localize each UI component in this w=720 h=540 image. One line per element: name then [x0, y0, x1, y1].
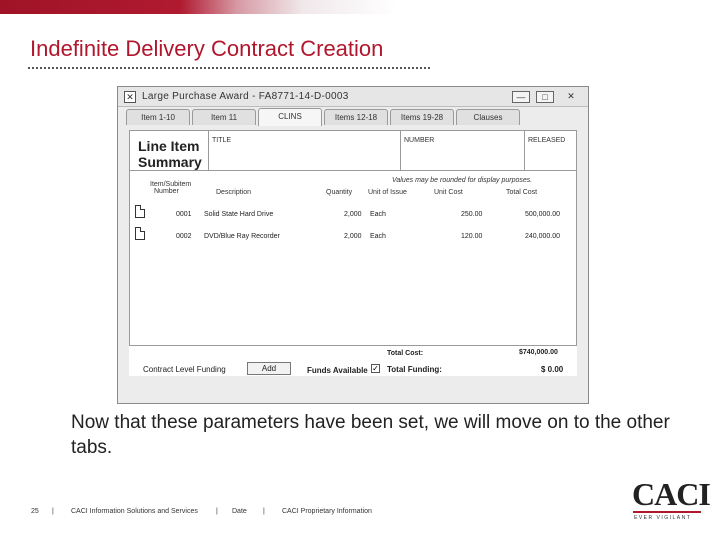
close-icon[interactable]: ✕	[562, 91, 580, 103]
row-description: Solid State Hard Drive	[204, 211, 274, 218]
col-header-unit-cost: Unit Cost	[434, 189, 463, 196]
logo-wordmark: CACI	[632, 476, 711, 512]
footer-separator: |	[216, 508, 218, 515]
summary-title: Line Item Summary	[138, 138, 218, 170]
slide-caption: Now that these parameters have been set,…	[71, 412, 670, 458]
page-number: 25	[31, 508, 39, 515]
add-button[interactable]: Add	[247, 362, 291, 375]
header-number-label: NUMBER	[404, 137, 435, 144]
maximize-icon[interactable]: □	[536, 91, 554, 103]
tab-clins[interactable]: CLINS	[258, 108, 322, 126]
row-unit: Each	[370, 211, 386, 218]
row-unit: Each	[370, 233, 386, 240]
col-header-unit: Unit of Issue	[368, 189, 407, 196]
header-released-label: RELEASED	[528, 137, 566, 144]
document-icon[interactable]	[135, 205, 145, 218]
document-icon[interactable]	[135, 227, 145, 240]
page-title: Indefinite Delivery Contract Creation	[30, 36, 384, 61]
row-total-cost: 500,000.00	[525, 211, 561, 218]
tab-item-11[interactable]: Item 11	[192, 109, 256, 125]
footer-separator: |	[52, 508, 54, 515]
footer-separator: |	[263, 508, 265, 515]
col-header-item-line1: Item/Subitem	[150, 181, 192, 188]
row-number: 0002	[176, 233, 192, 240]
logo-tagline: EVER VIGILANT	[634, 515, 692, 521]
title-underline	[28, 67, 430, 69]
slide-header-bar	[0, 0, 720, 14]
tab-items-12-18[interactable]: Items 12-18	[324, 109, 388, 125]
purchase-award-window: ✕ Large Purchase Award - FA8771-14-D-000…	[117, 86, 589, 404]
summary-header: Line Item Summary TITLE NUMBER RELEASED	[130, 131, 576, 171]
row-number: 0001	[176, 211, 192, 218]
tab-items-19-28[interactable]: Items 19-28	[390, 109, 454, 125]
col-header-quantity: Quantity	[326, 189, 353, 196]
row-unit-cost: 250.00	[461, 211, 483, 218]
contract-level-funding-label: Contract Level Funding	[143, 365, 226, 374]
funding-area: Total Cost: $740,000.00 Contract Level F…	[129, 345, 577, 376]
logo-rule	[633, 511, 701, 513]
row-quantity: 2,000	[344, 211, 362, 218]
footer-proprietary: CACI Proprietary Information	[282, 508, 372, 515]
divider	[400, 131, 401, 171]
col-header-item-line2: Number	[154, 188, 179, 195]
divider	[208, 131, 209, 171]
col-header-description: Description	[216, 189, 252, 196]
total-funding-value: $ 0.00	[541, 365, 564, 374]
minimize-icon[interactable]: —	[512, 91, 530, 103]
row-description: DVD/Blue Ray Recorder	[204, 233, 280, 240]
footer-company: CACI Information Solutions and Services	[71, 508, 198, 515]
row-total-cost: 240,000.00	[525, 233, 561, 240]
window-titlebar[interactable]: ✕ Large Purchase Award - FA8771-14-D-000…	[118, 87, 588, 107]
row-quantity: 2,000	[344, 233, 362, 240]
footer-date: Date	[232, 508, 247, 515]
app-icon: ✕	[124, 91, 136, 103]
summary-title-line2: Summary	[138, 154, 202, 170]
total-cost-label: Total Cost:	[387, 350, 424, 357]
col-header-item: Item/Subitem Number	[150, 181, 191, 195]
row-unit-cost: 120.00	[461, 233, 483, 240]
summary-title-line1: Line Item	[138, 138, 200, 154]
tab-clauses[interactable]: Clauses	[456, 109, 520, 125]
funds-available-checkbox[interactable]: ✓	[371, 364, 380, 373]
divider	[524, 131, 525, 171]
total-funding-label: Total Funding:	[387, 365, 442, 374]
line-item-summary-panel: Line Item Summary TITLE NUMBER RELEASED …	[129, 130, 577, 376]
tab-item-1-10[interactable]: Item 1-10	[126, 109, 190, 125]
header-title-label: TITLE	[212, 137, 232, 144]
col-header-total-cost: Total Cost	[506, 189, 538, 196]
rounding-note: Values may be rounded for display purpos…	[392, 177, 533, 184]
window-title: Large Purchase Award - FA8771-14-D-0003	[142, 91, 349, 102]
funds-available-label: Funds Available	[307, 366, 368, 375]
total-cost-value: $740,000.00	[519, 349, 558, 356]
